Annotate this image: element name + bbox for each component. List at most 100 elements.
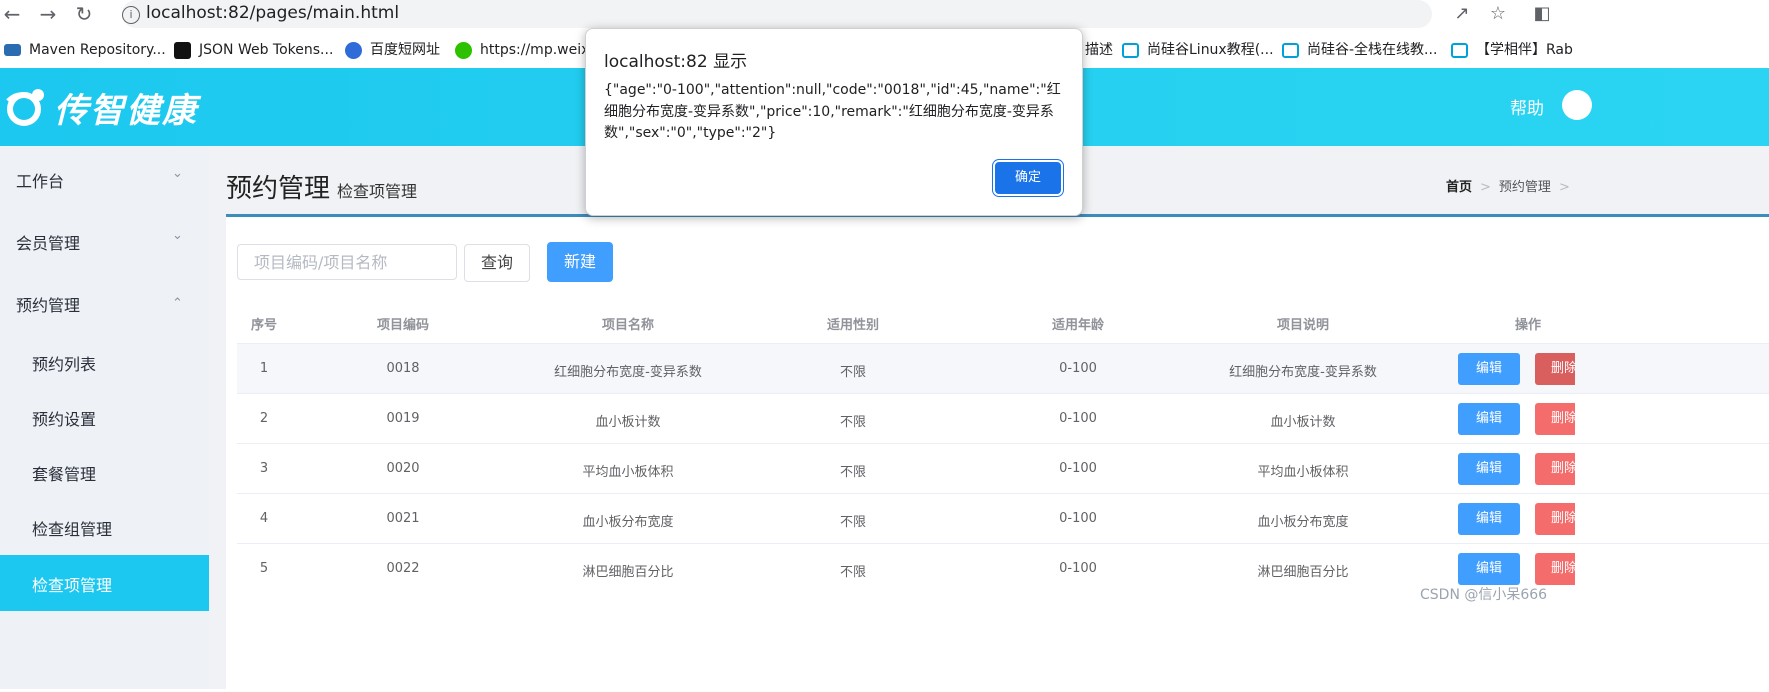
bookmark-baidu[interactable]: 百度短网址	[345, 40, 440, 60]
sidebar-menu-workbench[interactable]: 工作台 ⌄	[0, 146, 209, 208]
cell-name: 平均血小板体积	[582, 465, 674, 480]
column-header-sex[interactable]: 适用性别	[827, 314, 879, 333]
new-button[interactable]: 新建	[547, 242, 613, 282]
cell-remark: 平均血小板体积	[1257, 465, 1349, 480]
url-bar[interactable]: i localhost:82/pages/main.html	[122, 0, 1432, 28]
content-panel: 查询 新建 序号 项目编码 项目名称 适用性别 适用年龄 项目说明 操作 1 0…	[226, 214, 1769, 692]
column-header-remark[interactable]: 项目说明	[1277, 314, 1329, 333]
reload-icon[interactable]: ↻	[72, 2, 96, 26]
cell-index: 3	[259, 461, 269, 476]
table-header: 序号 项目编码 项目名称 适用性别 适用年龄 项目说明 操作	[237, 303, 1769, 343]
alert-dialog: localhost:82 显示 {"age":"0-100","attentio…	[585, 28, 1083, 216]
bilibili-icon	[1282, 42, 1299, 58]
bookmark-desc[interactable]: 描述	[1085, 40, 1113, 60]
dialog-title: localhost:82 显示	[604, 52, 748, 72]
chevron-right-icon: >	[1480, 180, 1491, 195]
cell-sex: 不限	[839, 515, 867, 530]
cell-age: 0-100	[1059, 461, 1097, 476]
sidebar-item-label: 检查项管理	[32, 576, 113, 595]
edit-button[interactable]: 编辑	[1458, 553, 1520, 585]
cell-sex: 不限	[839, 465, 867, 480]
query-button[interactable]: 查询	[464, 244, 530, 282]
cell-code: 0021	[386, 511, 420, 526]
delete-button[interactable]: 删除	[1535, 353, 1575, 385]
cell-index: 5	[259, 561, 269, 576]
sidebar-item-check-items[interactable]: 检查项管理	[0, 555, 209, 611]
url-text[interactable]: localhost:82/pages/main.html	[146, 3, 399, 23]
logo-mark-icon	[4, 87, 50, 127]
edit-button[interactable]: 编辑	[1458, 453, 1520, 485]
delete-button[interactable]: 删除	[1535, 503, 1575, 535]
sidebar-item-packages[interactable]: 套餐管理	[0, 444, 209, 499]
bookmark-jwt[interactable]: JSON Web Tokens...	[174, 40, 333, 60]
cell-code: 0022	[386, 561, 420, 576]
cell-code: 0018	[386, 361, 420, 376]
dialog-message: {"age":"0-100","attention":null,"code":"…	[604, 82, 1061, 141]
bookmark-fullstack[interactable]: 尚硅谷-全栈在线教...	[1282, 40, 1437, 60]
bookmark-linux[interactable]: 尚硅谷Linux教程(...	[1122, 40, 1274, 60]
chevron-up-icon: ⌃	[172, 296, 183, 311]
delete-button[interactable]: 删除	[1535, 403, 1575, 435]
edit-button[interactable]: 编辑	[1458, 403, 1520, 435]
cell-name: 血小板计数	[595, 415, 661, 430]
cell-age: 0-100	[1059, 411, 1097, 426]
cell-remark: 血小板分布宽度	[1257, 515, 1349, 530]
back-arrow-icon[interactable]: ←	[0, 2, 24, 26]
forward-arrow-icon[interactable]: →	[36, 2, 60, 26]
column-header-index[interactable]: 序号	[251, 314, 277, 333]
sidebar-item-label: 预约列表	[32, 355, 97, 374]
edit-button[interactable]: 编辑	[1458, 353, 1520, 385]
watermark: CSDN @信小呆666	[1420, 587, 1548, 603]
help-link[interactable]: 帮助	[1510, 94, 1544, 119]
sidebar-item-appointment-list[interactable]: 预约列表	[0, 334, 209, 389]
table-row: 3 0020 平均血小板体积 不限 0-100 平均血小板体积 编辑 删除	[237, 443, 1769, 494]
page-subtitle: 检查项管理	[337, 182, 418, 201]
cell-index: 4	[259, 511, 269, 526]
chevron-right-icon: >	[1558, 180, 1570, 195]
delete-button[interactable]: 删除	[1535, 553, 1575, 585]
sidebar-item-label: 套餐管理	[32, 465, 97, 484]
dialog-ok-button[interactable]: 确定	[995, 162, 1061, 194]
cell-age: 0-100	[1059, 561, 1097, 576]
cell-remark: 血小板计数	[1270, 415, 1336, 430]
bookmark-wechat[interactable]: https://mp.weixi	[455, 40, 593, 60]
cell-index: 2	[259, 411, 269, 426]
cell-sex: 不限	[839, 565, 867, 580]
bookmark-maven[interactable]: Maven Repository...	[4, 40, 166, 60]
cell-name: 淋巴细胞百分比	[582, 565, 674, 580]
sidebar-item-check-groups[interactable]: 检查组管理	[0, 499, 209, 554]
cell-age: 0-100	[1059, 361, 1097, 376]
column-header-name[interactable]: 项目名称	[602, 314, 654, 333]
cell-name: 血小板分布宽度	[582, 515, 674, 530]
sidebar-item-label: 检查组管理	[32, 520, 113, 539]
site-info-icon[interactable]: i	[122, 6, 140, 24]
breadcrumb-current[interactable]: 预约管理	[1499, 180, 1551, 195]
sidebar-menu-appointments[interactable]: 预约管理 ⌃	[0, 270, 209, 332]
delete-button[interactable]: 删除	[1535, 453, 1575, 485]
sidebar-menu-label: 会员管理	[16, 234, 81, 253]
table-row: 1 0018 红细胞分布宽度-变异系数 不限 0-100 红细胞分布宽度-变异系…	[237, 343, 1769, 394]
breadcrumb: 首页 > 预约管理 >	[1446, 176, 1578, 195]
cell-index: 1	[259, 361, 269, 376]
page-title: 预约管理	[226, 174, 331, 204]
edit-button[interactable]: 编辑	[1458, 503, 1520, 535]
search-input[interactable]	[237, 244, 457, 280]
sidebar-menu-label: 预约管理	[16, 296, 81, 315]
table-row: 2 0019 血小板计数 不限 0-100 血小板计数 编辑 删除	[237, 393, 1769, 444]
column-header-age[interactable]: 适用年龄	[1052, 314, 1104, 333]
sidebar-item-appointment-settings[interactable]: 预约设置	[0, 389, 209, 444]
sidebar-menu-members[interactable]: 会员管理 ⌄	[0, 208, 209, 270]
star-icon[interactable]: ☆	[1486, 2, 1510, 26]
avatar[interactable]	[1562, 90, 1592, 120]
side-panel-icon[interactable]: ◧	[1530, 2, 1554, 26]
cell-code: 0020	[386, 461, 420, 476]
logo[interactable]: 传智健康	[4, 84, 198, 131]
bookmark-rabbit[interactable]: 【学相伴】Rab	[1451, 40, 1573, 60]
column-header-code[interactable]: 项目编码	[377, 314, 429, 333]
baidu-paw-icon	[345, 41, 362, 59]
browser-address-bar: ← → ↻ i localhost:82/pages/main.html ↗ ☆…	[0, 0, 1769, 28]
share-icon[interactable]: ↗	[1450, 2, 1474, 26]
cell-name: 红细胞分布宽度-变异系数	[554, 365, 702, 380]
jwt-icon	[174, 41, 191, 59]
breadcrumb-home[interactable]: 首页	[1446, 180, 1472, 195]
